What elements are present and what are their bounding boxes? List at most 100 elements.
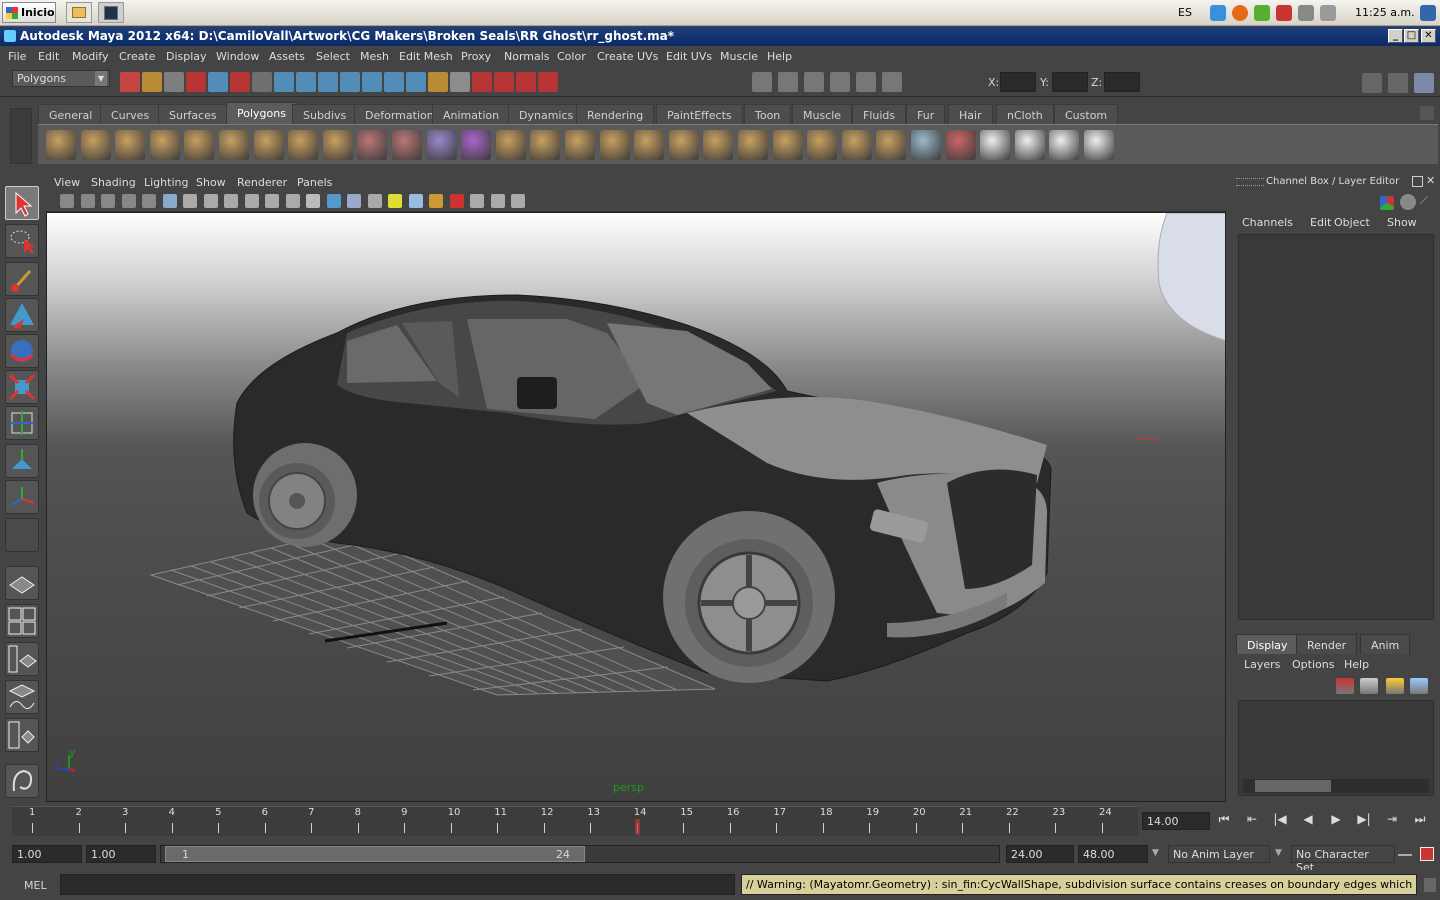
fill-hole-icon[interactable] bbox=[599, 130, 630, 160]
menu-window[interactable]: Window bbox=[216, 50, 259, 63]
universal-manipulator-button[interactable] bbox=[5, 444, 39, 478]
channel-list[interactable] bbox=[1238, 234, 1434, 620]
menu-normals[interactable]: Normals bbox=[504, 50, 550, 63]
screen-space-ao-icon[interactable] bbox=[429, 194, 443, 208]
move-tool-button[interactable] bbox=[5, 334, 39, 368]
field-chart-icon[interactable] bbox=[244, 194, 259, 208]
render-settings-icon[interactable] bbox=[516, 72, 536, 92]
shadows-icon[interactable] bbox=[408, 194, 423, 208]
menu-muscle[interactable]: Muscle bbox=[720, 50, 758, 63]
collapse-icon[interactable] bbox=[807, 130, 838, 160]
cylindrical-mapping-icon[interactable] bbox=[945, 130, 976, 160]
rotate-tool-button[interactable] bbox=[5, 370, 39, 404]
step-forward-frame-button[interactable]: ▶| bbox=[1354, 812, 1374, 830]
save-scene-icon[interactable] bbox=[164, 72, 184, 92]
history-icon[interactable] bbox=[428, 72, 448, 92]
step-back-key-button[interactable]: ⇤ bbox=[1242, 812, 1262, 830]
close-button[interactable]: ✕ bbox=[1421, 29, 1436, 43]
menu-create[interactable]: Create bbox=[119, 50, 156, 63]
move-layer-up-icon[interactable] bbox=[1336, 678, 1354, 694]
grid-toggle-icon[interactable] bbox=[162, 194, 177, 208]
layer-list[interactable] bbox=[1238, 700, 1434, 796]
panel-menu-shading[interactable]: Shading bbox=[91, 176, 136, 189]
resolution-gate-icon[interactable] bbox=[203, 194, 218, 208]
menu-create-uvs[interactable]: Create UVs bbox=[597, 50, 658, 63]
poly-soccer-ball-icon[interactable] bbox=[322, 130, 353, 160]
play-backwards-button[interactable]: ◀ bbox=[1298, 812, 1318, 830]
layer-menu-options[interactable]: Options bbox=[1292, 658, 1334, 671]
panel-drag-handle[interactable] bbox=[1236, 178, 1264, 186]
chrome-icon[interactable] bbox=[1232, 5, 1248, 21]
planar-mapping-icon[interactable] bbox=[911, 130, 941, 160]
tab-fluids[interactable]: Fluids bbox=[852, 104, 907, 124]
layer-menu-help[interactable]: Help bbox=[1344, 658, 1369, 671]
minimize-button[interactable]: _ bbox=[1388, 29, 1403, 43]
display-icon[interactable] bbox=[1298, 5, 1314, 21]
checker-icon[interactable] bbox=[1084, 130, 1114, 160]
hypershade-layout-button[interactable] bbox=[5, 718, 39, 752]
menu-help[interactable]: Help bbox=[767, 50, 792, 63]
menu-modify[interactable]: Modify bbox=[72, 50, 108, 63]
poly-plane-icon[interactable] bbox=[184, 130, 215, 160]
range-start-field[interactable]: 1.00 bbox=[86, 845, 156, 863]
separate-icon[interactable] bbox=[392, 130, 422, 160]
textured-icon[interactable] bbox=[367, 194, 382, 208]
smooth-shade-icon[interactable] bbox=[326, 194, 341, 208]
layer-menu-layers[interactable]: Layers bbox=[1244, 658, 1280, 671]
ipr-icon[interactable] bbox=[778, 72, 798, 92]
merge-icon[interactable] bbox=[772, 130, 803, 160]
help-icon[interactable] bbox=[406, 72, 426, 92]
poly-sphere-icon[interactable] bbox=[46, 130, 76, 160]
tab-polygons[interactable]: Polygons bbox=[226, 102, 297, 124]
tab-fur[interactable]: Fur bbox=[906, 104, 946, 124]
layer-list-scrollbar[interactable] bbox=[1243, 779, 1429, 793]
toggle-attribute-editor-icon[interactable] bbox=[1362, 73, 1382, 93]
tab-rendering[interactable]: Rendering bbox=[576, 104, 655, 124]
show-manipulator-button[interactable] bbox=[5, 480, 39, 514]
channel-box-menu-edit[interactable]: Edit bbox=[1310, 216, 1331, 229]
tab-curves[interactable]: Curves bbox=[100, 104, 161, 124]
snap-curve-icon[interactable] bbox=[296, 72, 316, 92]
sculpt-tool-button[interactable] bbox=[5, 298, 39, 332]
taskbar-explorer-app[interactable] bbox=[66, 2, 92, 23]
channel-box-menu-object[interactable]: Object bbox=[1334, 216, 1370, 229]
menu-assets[interactable]: Assets bbox=[269, 50, 305, 63]
script-language-label[interactable]: MEL bbox=[24, 879, 47, 892]
tab-dynamics[interactable]: Dynamics bbox=[508, 104, 585, 124]
command-input[interactable] bbox=[60, 874, 735, 895]
xray-icon[interactable] bbox=[470, 194, 484, 208]
four-view-layout-button[interactable] bbox=[5, 604, 39, 638]
wireframe-on-shaded-icon[interactable] bbox=[347, 194, 361, 208]
hypershade-icon[interactable] bbox=[538, 72, 558, 92]
range-slider-track[interactable]: 1 24 bbox=[160, 845, 1000, 863]
xray-joints-icon[interactable] bbox=[490, 194, 505, 208]
paint-select-tool-button[interactable] bbox=[5, 262, 39, 296]
safe-title-icon[interactable] bbox=[285, 194, 300, 208]
selection-mask-icon[interactable] bbox=[882, 72, 902, 92]
panel-menu-show[interactable]: Show bbox=[196, 176, 226, 189]
select-tool-button[interactable] bbox=[5, 186, 39, 220]
volume-icon[interactable] bbox=[1320, 5, 1336, 21]
current-frame-marker[interactable] bbox=[634, 819, 640, 835]
security-icon[interactable] bbox=[1276, 5, 1292, 21]
tab-muscle[interactable]: Muscle bbox=[792, 104, 853, 124]
step-forward-key-button[interactable]: ⇥ bbox=[1382, 812, 1402, 830]
image-plane-icon[interactable] bbox=[121, 194, 136, 208]
isolate-select-icon[interactable] bbox=[449, 194, 464, 208]
speed-icon[interactable] bbox=[1400, 194, 1416, 210]
auto-key-icon[interactable] bbox=[1420, 847, 1434, 861]
range-slider-handle[interactable]: 1 24 bbox=[165, 846, 585, 862]
key-icon[interactable] bbox=[1398, 850, 1412, 856]
panel-menu-renderer[interactable]: Renderer bbox=[237, 176, 287, 189]
layer-tab-anim[interactable]: Anim bbox=[1360, 634, 1411, 654]
select-hierarchy-icon[interactable] bbox=[186, 72, 206, 92]
select-object-icon[interactable] bbox=[208, 72, 228, 92]
bridge-icon[interactable] bbox=[530, 130, 561, 160]
hypershade-window-icon[interactable] bbox=[830, 72, 850, 92]
tab-custom[interactable]: Custom bbox=[1054, 104, 1119, 124]
offset-loop-icon[interactable] bbox=[703, 130, 734, 160]
menu-file[interactable]: File bbox=[8, 50, 26, 63]
tab-surfaces[interactable]: Surfaces bbox=[158, 104, 228, 124]
menu-edit[interactable]: Edit bbox=[38, 50, 59, 63]
end-time-field[interactable]: 48.00 bbox=[1078, 845, 1148, 863]
